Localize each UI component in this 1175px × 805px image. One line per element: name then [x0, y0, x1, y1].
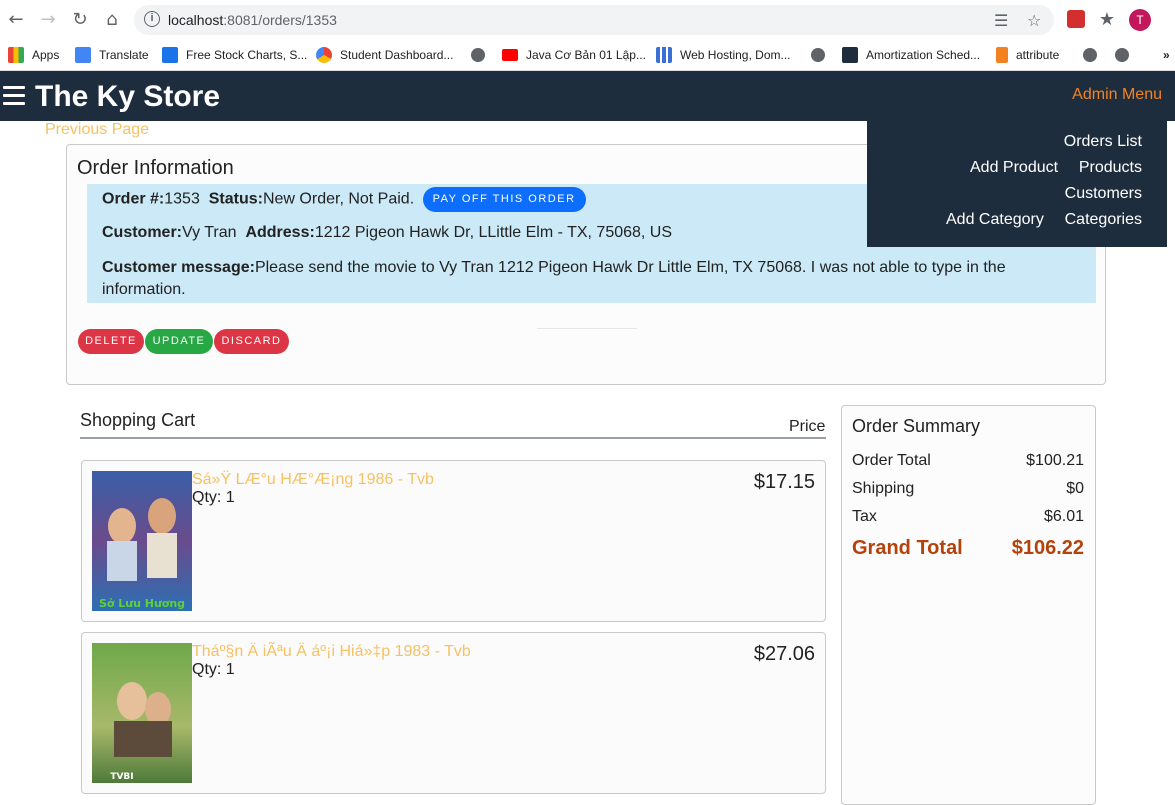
store-brand[interactable]: The Ky Store [35, 80, 220, 114]
profile-avatar[interactable]: T [1129, 9, 1151, 31]
order-total-value: $100.21 [1026, 452, 1084, 469]
shipping-label: Shipping [852, 480, 915, 497]
url-text[interactable]: localhost:8081/orders/1353 [168, 12, 337, 28]
back-icon[interactable]: ← [4, 8, 28, 32]
order-total-label: Order Total [852, 452, 931, 469]
bookmark-globe-1[interactable] [471, 45, 485, 65]
more-bookmarks-icon[interactable]: » [1163, 45, 1170, 65]
order-number: 1353 [164, 190, 200, 208]
tax-value: $6.01 [1043, 508, 1084, 525]
shopping-cart-title: Shopping Cart [80, 410, 196, 430]
bookmark-web-hosting[interactable]: Web Hosting, Dom... [656, 45, 790, 65]
address-bar[interactable]: i localhost:8081/orders/1353 ☰ ☆ [134, 5, 1054, 35]
puzzle-extensions-icon[interactable]: ★ [1095, 8, 1119, 32]
customer-address: 1212 Pigeon Hawk Dr, LLittle Elm - TX, 7… [314, 224, 673, 241]
item-title-link[interactable]: Tháº§n Ä iÃªu Ä áº¡i Hiá»‡p 1983 - Tvb [192, 643, 471, 661]
movie-poster-image[interactable]: Sở Lưu Hương [92, 471, 192, 611]
bookmark-java[interactable]: Java Cơ Bản 01 Lập... [502, 45, 646, 65]
bookmark-icon [996, 47, 1008, 63]
bookmark-translate[interactable]: Translate [75, 45, 149, 65]
forward-icon[interactable]: → [36, 8, 60, 32]
admin-menu-toggle[interactable]: Admin Menu [1072, 86, 1162, 104]
divider [537, 328, 637, 329]
cart-item: TVBI Tháº§n Ä iÃªu Ä áº¡i Hiá»‡p 1983 - … [81, 632, 826, 794]
shipping-value: $0 [1066, 480, 1084, 497]
item-price: $17.15 [753, 471, 815, 493]
order-number-line: Order #:1353 Status:New Order, Not Paid.… [102, 187, 586, 212]
admin-dropdown-menu: Orders List Add Product Products Custome… [867, 121, 1167, 247]
apps-grid-icon [8, 47, 24, 63]
movie-poster-image[interactable]: TVBI [92, 643, 192, 783]
svg-text:TVBI: TVBI [110, 772, 133, 782]
bookmark-globe-4[interactable] [1115, 45, 1129, 65]
grid-icon [656, 47, 672, 63]
menu-add-category[interactable]: Add Category [946, 211, 1044, 229]
customer-line: Customer:Vy Tran Address:1212 Pigeon Haw… [102, 224, 673, 241]
order-summary-panel: Order Summary Order Total $100.21 Shippi… [841, 405, 1096, 805]
cart-divider [80, 437, 826, 439]
discard-button[interactable]: DISCARD [214, 329, 289, 354]
globe-icon [1115, 48, 1129, 62]
item-quantity: Qty: 1 [192, 661, 235, 678]
customer-name: Vy Tran [182, 224, 237, 241]
item-quantity: Qty: 1 [192, 489, 235, 506]
youtube-icon [502, 49, 518, 61]
home-icon[interactable]: ⌂ [100, 8, 124, 32]
order-info-title: Order Information [77, 157, 234, 179]
menu-products[interactable]: Products [1079, 159, 1142, 177]
app-navbar: The Ky Store Admin Menu [0, 71, 1175, 121]
grand-total-value: $106.22 [1011, 537, 1084, 559]
browser-toolbar: ← → ↻ ⌂ i localhost:8081/orders/1353 ☰ ☆… [0, 0, 1175, 40]
price-column-header: Price [789, 418, 826, 435]
menu-add-product[interactable]: Add Product [970, 159, 1058, 177]
bookmark-student-dashboard[interactable]: Student Dashboard... [316, 45, 453, 65]
update-button[interactable]: UPDATE [145, 329, 213, 354]
chart-cloud-icon [162, 47, 178, 63]
item-title-link[interactable]: Sá»Ÿ LÆ°u HÆ°Æ¡ng 1986 - Tvb [192, 471, 434, 489]
bookmark-globe-3[interactable] [1083, 45, 1097, 65]
reload-icon[interactable]: ↻ [68, 8, 92, 32]
order-status: New Order, Not Paid. [262, 190, 415, 208]
svg-text:Sở Lưu Hương: Sở Lưu Hương [99, 597, 185, 610]
b-logo-icon [842, 47, 858, 63]
bookmarks-bar: Apps Translate Free Stock Charts, S... S… [0, 40, 1175, 71]
hamburger-menu-icon[interactable] [3, 86, 25, 106]
tax-label: Tax [852, 508, 877, 525]
previous-page-link[interactable]: Previous Page [45, 121, 149, 139]
bookmark-amortization[interactable]: Amortization Sched... [842, 45, 980, 65]
extension-icon[interactable] [1067, 10, 1085, 28]
site-info-icon[interactable]: i [144, 11, 160, 27]
pay-off-order-button[interactable]: PAY OFF THIS ORDER [422, 187, 586, 212]
grand-total-label: Grand Total [852, 537, 963, 559]
bookmark-star-icon[interactable]: ☆ [1027, 11, 1041, 30]
bookmark-apps[interactable]: Apps [8, 45, 59, 65]
globe-icon [811, 48, 825, 62]
globe-icon [1083, 48, 1097, 62]
cart-item: Sở Lưu Hương Sá»Ÿ LÆ°u HÆ°Æ¡ng 1986 - Tv… [81, 460, 826, 622]
order-summary-title: Order Summary [852, 416, 981, 436]
dashboard-icon [316, 47, 332, 63]
bookmark-globe-2[interactable] [811, 45, 825, 65]
menu-orders-list[interactable]: Orders List [1064, 133, 1142, 151]
menu-categories[interactable]: Categories [1065, 211, 1142, 229]
bookmark-attribute[interactable]: attribute [996, 45, 1059, 65]
globe-icon [471, 48, 485, 62]
menu-customers[interactable]: Customers [1065, 185, 1142, 203]
customer-message: Customer message:Please send the movie t… [102, 259, 1006, 298]
bookmark-stock-charts[interactable]: Free Stock Charts, S... [162, 45, 307, 65]
item-price: $27.06 [753, 643, 815, 665]
translate-page-icon[interactable]: ☰ [994, 11, 1008, 30]
delete-button[interactable]: DELETE [78, 329, 144, 354]
translate-icon [75, 47, 91, 63]
